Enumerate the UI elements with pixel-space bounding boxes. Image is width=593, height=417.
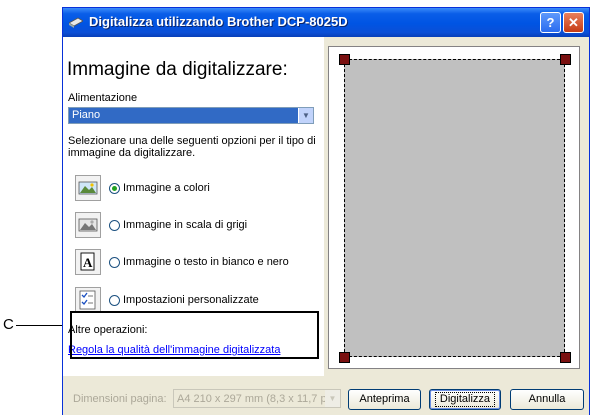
page-title: Immagine da digitalizzare: [67, 59, 288, 80]
radio-black-white[interactable] [109, 257, 120, 268]
option-grayscale[interactable]: Immagine in scala di grigi [75, 212, 305, 240]
scanner-icon [69, 17, 83, 28]
option-color[interactable]: Immagine a colori [75, 175, 305, 203]
scan-handle-bottom-left[interactable] [339, 352, 350, 363]
color-picture-icon[interactable] [75, 175, 101, 201]
close-button[interactable]: ✕ [563, 12, 584, 33]
scan-button-label: Digitalizza [434, 392, 496, 407]
chevron-down-icon[interactable]: ▼ [298, 108, 313, 123]
close-icon: ✕ [568, 15, 579, 30]
preview-area [328, 46, 580, 369]
cancel-button[interactable]: Annulla [510, 389, 584, 410]
window-title: Digitalizza utilizzando Brother DCP-8025… [89, 14, 348, 29]
title-bar[interactable]: Digitalizza utilizzando Brother DCP-8025… [63, 8, 589, 37]
option-custom-label: Impostazioni personalizzate [123, 294, 259, 306]
page-size-select[interactable]: A4 210 x 297 mm (8,3 x 11,7 p ▼ [173, 389, 341, 408]
grayscale-picture-icon[interactable] [75, 212, 101, 238]
option-black-white-label: Immagine o testo in bianco e nero [123, 256, 289, 268]
option-color-label: Immagine a colori [123, 182, 210, 194]
source-select-value: Piano [72, 109, 101, 121]
scan-handle-top-right[interactable] [560, 54, 571, 65]
custom-settings-icon[interactable] [75, 287, 101, 313]
option-black-white[interactable]: A Immagine o testo in bianco e nero [75, 249, 315, 277]
chevron-down-icon[interactable]: ▼ [325, 390, 340, 407]
preview-button-label: Anteprima [359, 393, 410, 405]
radio-color[interactable] [109, 183, 120, 194]
scan-button[interactable]: Digitalizza [429, 389, 501, 410]
svg-text:A: A [83, 255, 93, 270]
source-label: Alimentazione [68, 92, 138, 104]
page-size-value: A4 210 x 297 mm (8,3 x 11,7 p [177, 393, 325, 405]
callout-highlight-box [70, 311, 319, 359]
scan-handle-top-left[interactable] [339, 54, 350, 65]
scan-handle-bottom-right[interactable] [560, 352, 571, 363]
help-icon: ? [546, 15, 555, 30]
help-button[interactable]: ? [540, 12, 561, 33]
preview-button[interactable]: Anteprima [348, 389, 421, 410]
black-white-text-icon[interactable]: A [75, 249, 101, 275]
page-size-label: Dimensioni pagina: [73, 393, 167, 405]
instructions-text: Selezionare una delle seguenti opzioni p… [68, 135, 316, 159]
radio-grayscale[interactable] [109, 220, 120, 231]
source-select[interactable]: Piano ▼ [68, 107, 314, 124]
radio-custom[interactable] [109, 295, 120, 306]
option-grayscale-label: Immagine in scala di grigi [123, 219, 248, 231]
callout-letter: C [3, 316, 14, 333]
cancel-button-label: Annulla [528, 393, 566, 405]
scan-region[interactable] [344, 59, 565, 357]
